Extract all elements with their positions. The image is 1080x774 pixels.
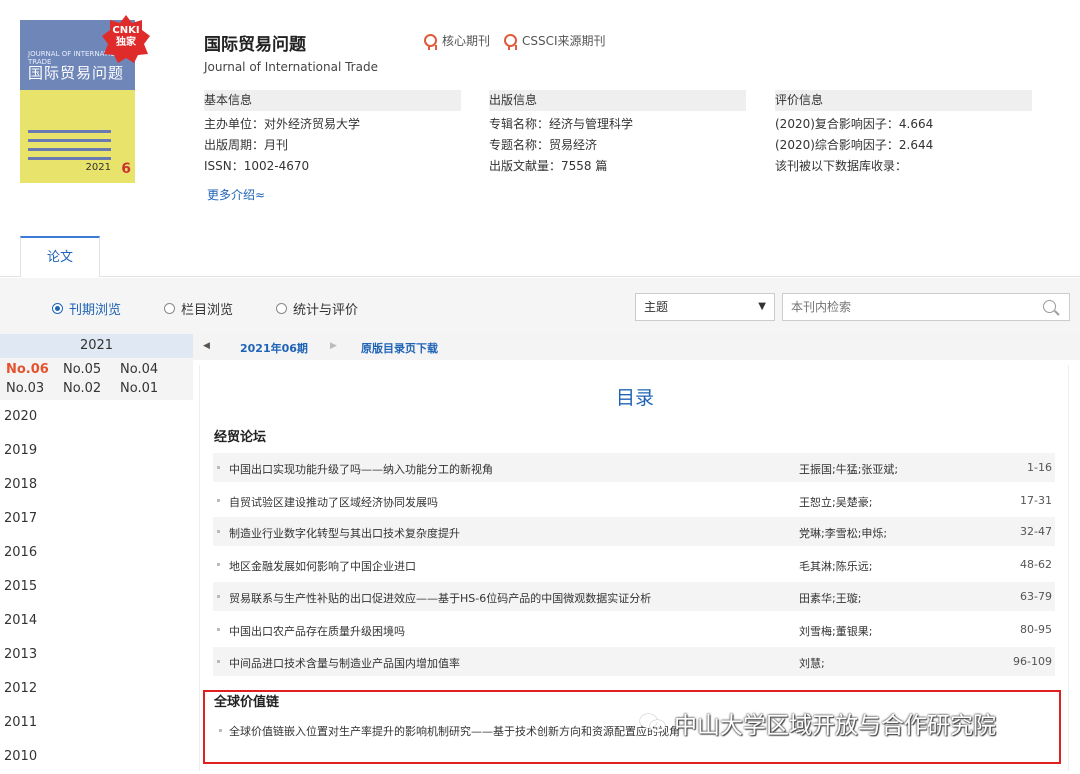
watermark: 中山大学区域开放与合作研究院 [640, 706, 996, 740]
year-item[interactable]: 2014 [0, 604, 193, 638]
article-pages: 80-95 [1020, 623, 1052, 636]
publish-info-heading: 出版信息 [489, 90, 746, 111]
article-authors[interactable]: 王恕立;吴楚豪; [799, 494, 872, 510]
year-item[interactable]: 2018 [0, 468, 193, 502]
info-row: (2020)复合影响因子：4.664 [775, 117, 934, 131]
year-item[interactable]: 2012 [0, 672, 193, 706]
article-pages: 17-31 [1020, 494, 1052, 507]
info-row: 出版周期：月刊 [204, 138, 289, 152]
article-authors[interactable]: 王振国;牛猛;张亚斌; [799, 461, 898, 477]
year-item[interactable]: 2011 [0, 706, 193, 740]
prev-arrow-icon[interactable]: ◀ [203, 341, 210, 351]
article-pages: 96-109 [1013, 655, 1052, 668]
award-icon [424, 34, 437, 50]
journal-header: JOURNAL OF INTERNATIONAL TRADE 国际贸易问题 20… [0, 0, 1080, 236]
article-pages: 63-79 [1020, 590, 1052, 603]
toc-title: 目录 [615, 387, 654, 409]
article-title[interactable]: 贸易联系与生产性补贴的出口促进效应——基于HS-6位码产品的中国微观数据实证分析 [229, 590, 651, 606]
year-item[interactable]: 2020 [0, 400, 193, 434]
tab-papers[interactable]: 论文 [20, 236, 100, 277]
issue-item[interactable]: No.06 [6, 362, 63, 377]
info-row: ISSN：1002-4670 [204, 159, 310, 173]
publish-info: 出版信息 专辑名称：经济与管理科学 专题名称：贸易经济 出版文献量：7558 篇 [489, 90, 746, 174]
info-row: (2020)综合影响因子：2.644 [775, 138, 934, 152]
issue-item[interactable]: No.04 [120, 362, 177, 377]
info-row: 该刊被以下数据库收录： [775, 159, 908, 173]
cnki-exclusive-badge: CNKI 独家 [101, 14, 151, 64]
tab-bar: 论文 [0, 236, 1080, 277]
year-panel: 2021 No.06 No.05 No.04 No.03 No.02 No.01… [0, 334, 193, 771]
search-field-select[interactable]: 主题 ▼ [635, 293, 775, 321]
download-toc-link[interactable]: 原版目录页下载 [361, 340, 438, 356]
issue-item[interactable]: No.01 [120, 381, 177, 396]
issue-list: No.06 No.05 No.04 No.03 No.02 No.01 [0, 358, 193, 400]
year-item[interactable]: 2017 [0, 502, 193, 536]
info-row: 专辑名称：经济与管理科学 [489, 117, 634, 131]
article-title[interactable]: 中国出口农产品存在质量升级困境吗 [229, 623, 405, 639]
radio-icon [164, 303, 175, 314]
search-input[interactable] [782, 293, 1070, 321]
more-intro-link[interactable]: 更多介绍≈ [207, 186, 265, 203]
table-row[interactable]: 中间品进口技术含量与制造业产品国内增加值率 刘慧; 96-109 [213, 647, 1055, 676]
cover-title: 国际贸易问题 [28, 64, 125, 82]
wechat-icon [640, 712, 668, 734]
mode-issue-browse[interactable]: 刊期浏览 [52, 299, 121, 318]
section-heading: 经贸论坛 [214, 430, 267, 445]
year-2021[interactable]: 2021 [0, 334, 193, 358]
rating-info: 评价信息 (2020)复合影响因子：4.664 (2020)综合影响因子：2.6… [775, 90, 1032, 174]
journal-title: 国际贸易问题 [204, 35, 306, 55]
issue-item[interactable]: No.05 [63, 362, 120, 377]
cover-year: 2021 [85, 162, 111, 173]
article-title[interactable]: 制造业行业数字化转型与其出口技术复杂度提升 [229, 525, 460, 541]
table-row[interactable]: 地区金融发展如何影响了中国企业进口 毛其淋;陈乐远; 48-62 [213, 550, 1055, 579]
issue-item[interactable]: No.03 [6, 381, 63, 396]
rating-info-heading: 评价信息 [775, 90, 1032, 111]
article-pages: 32-47 [1020, 525, 1052, 538]
article-authors[interactable]: 党琳;李雪松;申烁; [799, 525, 887, 541]
info-row: 主办单位：对外经济贸易大学 [204, 117, 361, 131]
article-authors[interactable]: 刘慧; [799, 655, 825, 671]
search-icon[interactable] [1043, 300, 1056, 313]
basic-info-heading: 基本信息 [204, 90, 461, 111]
year-item[interactable]: 2010 [0, 740, 193, 774]
article-authors[interactable]: 毛其淋;陈乐远; [799, 558, 872, 574]
article-pages: 48-62 [1020, 558, 1052, 571]
radio-icon [276, 303, 287, 314]
cover-issue: 6 [121, 161, 131, 177]
table-row[interactable]: 自贸试验区建设推动了区域经济协同发展吗 王恕立;吴楚豪; 17-31 [213, 486, 1055, 515]
article-title[interactable]: 中国出口实现功能升级了吗——纳入功能分工的新视角 [229, 461, 493, 477]
radio-icon [52, 303, 63, 314]
mode-stats[interactable]: 统计与评价 [276, 299, 358, 318]
tag-core-journal: 核心期刊 [424, 32, 490, 50]
chevron-down-icon: ▼ [758, 301, 766, 312]
table-row[interactable]: 贸易联系与生产性补贴的出口促进效应——基于HS-6位码产品的中国微观数据实证分析… [213, 582, 1055, 611]
article-title[interactable]: 自贸试验区建设推动了区域经济协同发展吗 [229, 494, 438, 510]
article-title[interactable]: 地区金融发展如何影响了中国企业进口 [229, 558, 416, 574]
table-row[interactable]: 中国出口农产品存在质量升级困境吗 刘雪梅;董银果; 80-95 [213, 615, 1055, 644]
table-row[interactable]: 中国出口实现功能升级了吗——纳入功能分工的新视角 王振国;牛猛;张亚斌; 1-1… [213, 453, 1055, 482]
article-authors[interactable]: 刘雪梅;董银果; [799, 623, 872, 639]
year-item[interactable]: 2013 [0, 638, 193, 672]
issue-item[interactable]: No.02 [63, 381, 120, 396]
issue-bar: ◀ 2021年06期 ▶ 原版目录页下载 [193, 334, 1080, 360]
basic-info: 基本信息 主办单位：对外经济贸易大学 出版周期：月刊 ISSN：1002-467… [204, 90, 461, 174]
year-item[interactable]: 2019 [0, 434, 193, 468]
article-pages: 1-16 [1027, 461, 1052, 474]
next-arrow-icon[interactable]: ▶ [330, 341, 337, 351]
year-item[interactable]: 2016 [0, 536, 193, 570]
award-icon [504, 34, 518, 50]
table-row[interactable]: 制造业行业数字化转型与其出口技术复杂度提升 党琳;李雪松;申烁; 32-47 [213, 517, 1055, 546]
info-row: 专题名称：贸易经济 [489, 138, 598, 152]
journal-english-title: Journal of International Trade [204, 60, 378, 74]
tag-cssci: CSSCI来源期刊 [504, 32, 606, 50]
article-authors[interactable]: 田素华;王璇; [799, 590, 861, 606]
mode-column-browse[interactable]: 栏目浏览 [164, 299, 233, 318]
info-row: 出版文献量：7558 篇 [489, 159, 608, 173]
article-title[interactable]: 中间品进口技术含量与制造业产品国内增加值率 [229, 655, 460, 671]
year-item[interactable]: 2015 [0, 570, 193, 604]
current-issue-label: 2021年06期 [240, 342, 308, 355]
